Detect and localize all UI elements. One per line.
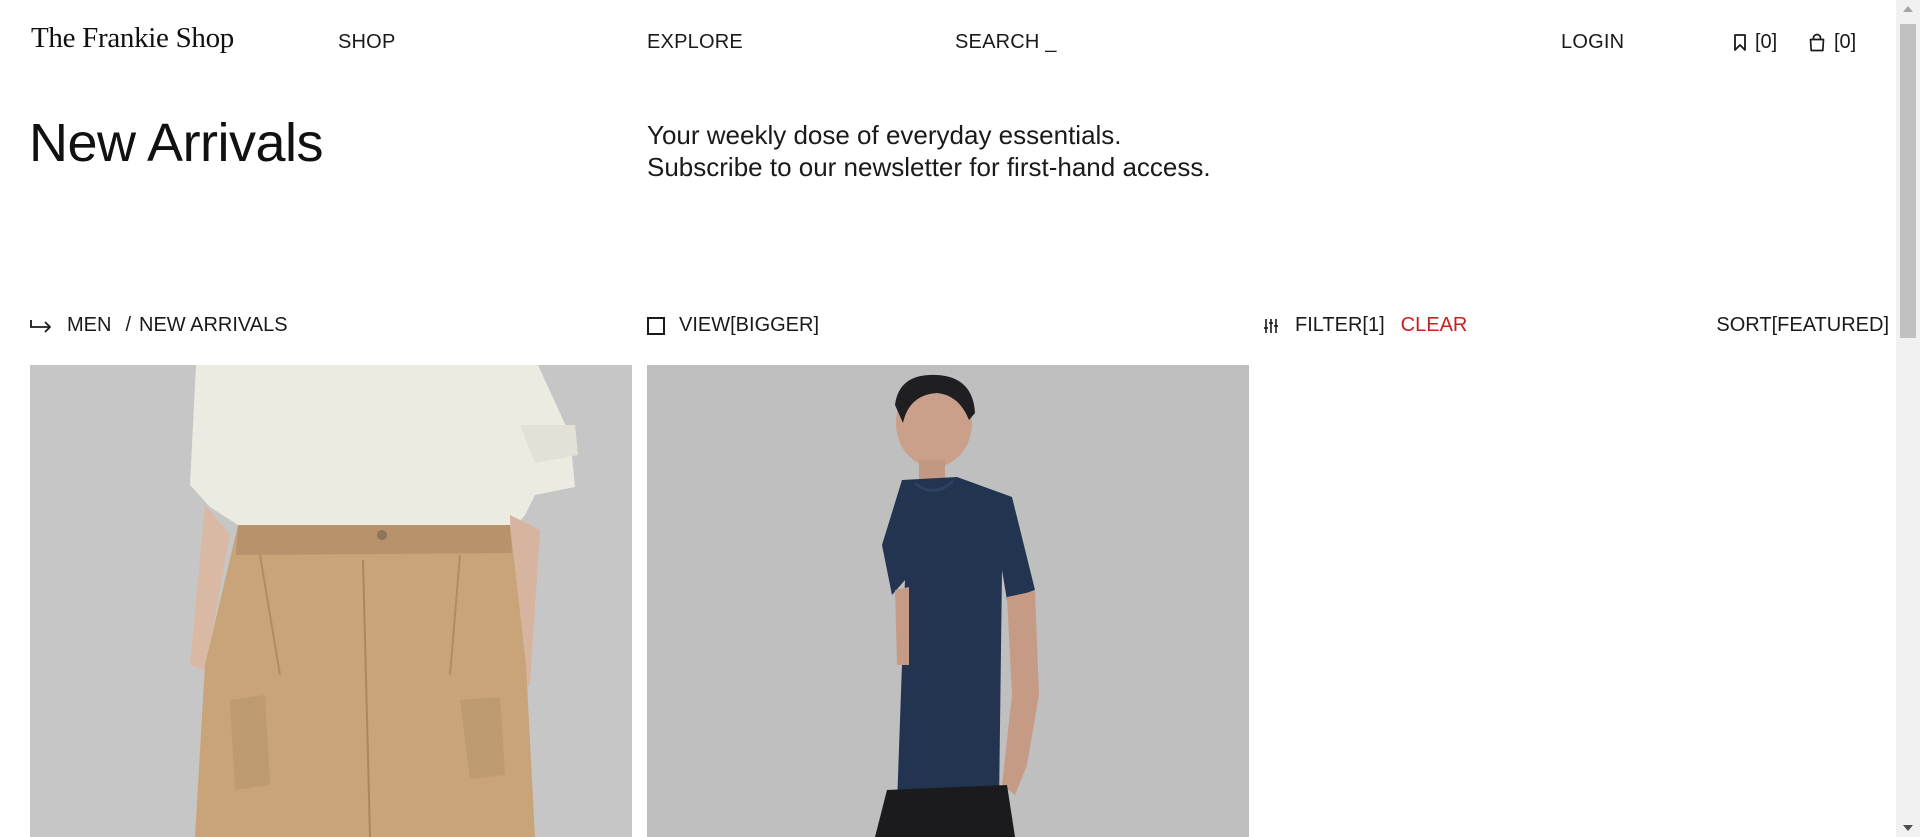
shopping-bag-icon (1809, 33, 1825, 52)
view-toggle[interactable]: VIEW[BIGGER] (647, 314, 819, 337)
clear-filters-button[interactable]: CLEAR (1401, 314, 1468, 337)
sort-button[interactable]: SORT[FEATURED] (1716, 314, 1889, 337)
wishlist-count: [0] (1755, 31, 1778, 53)
scroll-down-arrow-icon[interactable] (1903, 825, 1913, 831)
newsletter-intro: Your weekly dose of everyday essentials.… (647, 119, 1211, 183)
filter-bar: FILTER[1] CLEAR (1263, 314, 1467, 337)
breadcrumb-men[interactable]: MEN (67, 314, 111, 337)
intro-line-1: Your weekly dose of everyday essentials. (647, 120, 1122, 150)
page-scrollbar[interactable] (1896, 0, 1920, 837)
breadcrumb-current: NEW ARRIVALS (139, 314, 288, 336)
search-toggle[interactable]: SEARCH _ (955, 31, 1057, 54)
square-icon (647, 316, 665, 335)
site-logo[interactable]: The Frankie Shop (31, 22, 234, 55)
view-toggle-label: VIEW[BIGGER] (679, 314, 820, 336)
site-header: The Frankie Shop SHOP EXPLORE SEARCH _ L… (0, 0, 1896, 84)
scroll-thumb[interactable] (1900, 24, 1916, 338)
product-card[interactable] (30, 365, 632, 837)
sliders-icon (1264, 318, 1278, 333)
intro-line-2[interactable]: Subscribe to our newsletter for first-ha… (647, 151, 1211, 183)
bookmark-icon (1734, 33, 1746, 51)
filter-button[interactable]: FILTER[1] (1295, 314, 1385, 337)
login-link[interactable]: LOGIN (1561, 31, 1624, 54)
breadcrumb: MEN / NEW ARRIVALS (29, 314, 288, 337)
product-image (647, 365, 1249, 837)
scroll-up-arrow-icon[interactable] (1903, 6, 1913, 12)
bag-link[interactable]: [0] (1808, 31, 1856, 54)
breadcrumb-separator: / (125, 314, 132, 336)
nav-shop[interactable]: SHOP (338, 31, 395, 54)
arrow-right-icon (30, 319, 51, 333)
page-title: New Arrivals (29, 113, 324, 173)
bag-count: [0] (1834, 31, 1857, 53)
product-image (30, 365, 632, 837)
nav-explore[interactable]: EXPLORE (647, 31, 743, 54)
wishlist-link[interactable]: [0] (1733, 31, 1777, 54)
product-card[interactable] (647, 365, 1249, 837)
